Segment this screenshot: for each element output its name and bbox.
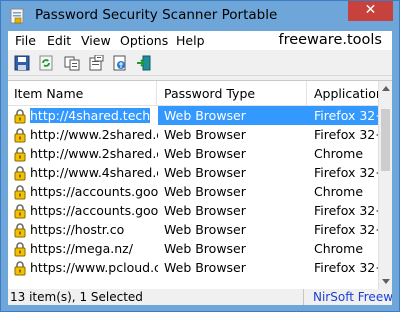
window-title: Password Security Scanner Portable bbox=[35, 7, 278, 23]
cell-application: Firefox 32+ bbox=[314, 222, 379, 237]
cell-item-name: https://www.pcloud.c... bbox=[30, 260, 158, 275]
cell-item-name: http://4shared.tech bbox=[30, 107, 152, 124]
list-header: Item Name Password Type Application bbox=[8, 81, 384, 106]
menu-options[interactable]: Options bbox=[120, 33, 168, 48]
cell-application: Firefox 32+ bbox=[314, 127, 379, 142]
table-row[interactable]: https://mega.nz/Web Browser Chrome bbox=[8, 239, 379, 258]
refresh-icon[interactable] bbox=[38, 55, 54, 71]
cell-password-type: Web Browser bbox=[164, 260, 246, 275]
lock-icon bbox=[14, 147, 26, 162]
cell-item-name: https://accounts.goo... bbox=[30, 203, 158, 218]
items-list[interactable]: Item Name Password Type Application http… bbox=[8, 80, 392, 290]
cell-application: Firefox 32+ bbox=[314, 260, 379, 275]
exit-icon[interactable] bbox=[136, 55, 152, 71]
title-bar[interactable]: Password Security Scanner Portable ✕ bbox=[1, 1, 399, 31]
lock-icon bbox=[14, 204, 26, 219]
menu-bar: File Edit View Options Help freeware.too… bbox=[8, 31, 392, 50]
close-icon: ✕ bbox=[364, 2, 377, 18]
cell-password-type: Web Browser bbox=[164, 184, 246, 199]
cell-item-name: https://mega.nz/ bbox=[30, 241, 133, 256]
cell-password-type: Web Browser bbox=[164, 146, 246, 161]
column-divider[interactable] bbox=[156, 81, 157, 105]
cell-application: Chrome bbox=[314, 146, 364, 161]
cell-application: Firefox 32+ bbox=[314, 203, 379, 218]
menu-file[interactable]: File bbox=[15, 33, 36, 48]
menu-view[interactable]: View bbox=[81, 33, 111, 48]
app-window: Password Security Scanner Portable ✕ Fil… bbox=[0, 0, 400, 312]
status-bar: 13 item(s), 1 Selected NirSoft Freeware bbox=[8, 289, 392, 305]
lock-icon bbox=[14, 109, 26, 124]
column-header-application[interactable]: Application bbox=[314, 86, 384, 101]
lock-icon bbox=[14, 242, 26, 257]
table-row[interactable]: http://www.4shared.c... Web Browser Firefo… bbox=[8, 163, 379, 182]
cell-application: Firefox 32+ bbox=[314, 165, 379, 180]
cell-item-name: https://hostr.co bbox=[30, 222, 125, 237]
table-row[interactable]: https://accounts.goo... Web Browser Chrome bbox=[8, 182, 379, 201]
lock-icon bbox=[14, 185, 26, 200]
lock-icon bbox=[14, 223, 26, 238]
html-report-icon[interactable] bbox=[112, 55, 128, 71]
cell-password-type: Web Browser bbox=[164, 222, 246, 237]
table-row[interactable]: https://accounts.goo... Web Browser Firefo… bbox=[8, 201, 379, 220]
item-count: 13 item(s), 1 Selected bbox=[10, 290, 143, 304]
column-header-password-type[interactable]: Password Type bbox=[164, 86, 255, 101]
cell-password-type: Web Browser bbox=[164, 165, 246, 180]
close-button[interactable]: ✕ bbox=[348, 1, 393, 21]
toolbar bbox=[8, 51, 392, 76]
save-icon[interactable] bbox=[14, 55, 30, 71]
cell-password-type: Web Browser bbox=[164, 203, 246, 218]
copy-icon[interactable] bbox=[64, 55, 80, 71]
cell-application: Firefox 32+ bbox=[306, 106, 379, 125]
cell-item-name: https://accounts.goo... bbox=[30, 184, 158, 199]
column-divider[interactable] bbox=[306, 81, 307, 105]
scroll-up-icon[interactable] bbox=[382, 86, 390, 91]
table-row[interactable]: https://hostr.co Web Browser Firefox 32+ bbox=[8, 220, 379, 239]
scroll-thumb[interactable] bbox=[381, 109, 390, 171]
lock-icon bbox=[14, 166, 26, 181]
status-divider bbox=[303, 289, 304, 305]
lock-icon bbox=[14, 261, 26, 276]
table-row[interactable]: http://www.2shared.c... Web Browser Chrome bbox=[8, 144, 379, 163]
menu-edit[interactable]: Edit bbox=[47, 33, 71, 48]
scroll-down-icon[interactable] bbox=[382, 279, 390, 284]
vertical-scrollbar[interactable] bbox=[378, 81, 392, 289]
app-lock-icon bbox=[10, 8, 24, 24]
table-row[interactable]: https://www.pcloud.c... Web Browser Firefo… bbox=[8, 258, 379, 277]
table-row[interactable]: http://4shared.tech Web Browser Firefox 32… bbox=[8, 106, 379, 125]
cell-item-name: http://www.2shared.c... bbox=[30, 146, 158, 161]
nirsoft-link[interactable]: NirSoft Freeware bbox=[313, 290, 392, 304]
cell-password-type: Web Browser bbox=[164, 241, 246, 256]
cell-password-type: Web Browser bbox=[158, 106, 306, 125]
cell-application: Chrome bbox=[314, 241, 364, 256]
cell-application: Chrome bbox=[314, 184, 364, 199]
brand-label: freeware.tools bbox=[278, 32, 382, 48]
cell-item-name: http://www.4shared.c... bbox=[30, 165, 158, 180]
cell-item-name: http://www.2shared.c... bbox=[30, 127, 158, 142]
client-area: File Edit View Options Help freeware.too… bbox=[8, 31, 392, 305]
table-row[interactable]: http://www.2shared.c... Web Browser Firefo… bbox=[8, 125, 379, 144]
column-header-item-name[interactable]: Item Name bbox=[14, 86, 83, 101]
cell-password-type: Web Browser bbox=[164, 127, 246, 142]
lock-icon bbox=[14, 128, 26, 143]
menu-help[interactable]: Help bbox=[176, 33, 205, 48]
properties-icon[interactable] bbox=[88, 55, 104, 71]
